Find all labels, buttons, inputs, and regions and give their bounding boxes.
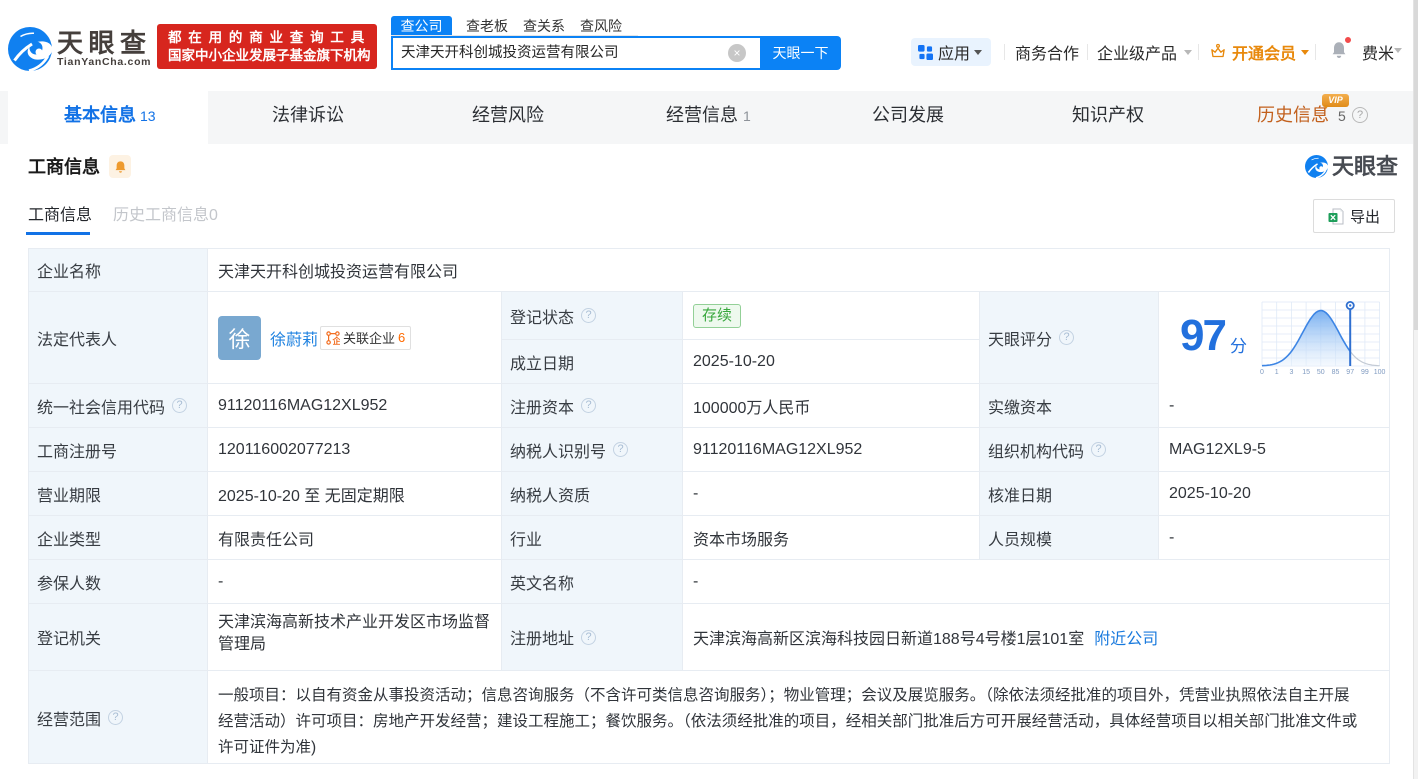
svg-text:15: 15 — [1302, 369, 1310, 376]
svg-text:99: 99 — [1361, 369, 1369, 376]
svg-text:0: 0 — [1260, 369, 1264, 376]
svg-text:1: 1 — [1275, 369, 1279, 376]
svg-text:100: 100 — [1374, 369, 1386, 376]
svg-text:企: 企 — [332, 336, 341, 345]
svg-text:85: 85 — [1332, 369, 1340, 376]
svg-text:50: 50 — [1317, 369, 1325, 376]
svg-text:3: 3 — [1289, 369, 1293, 376]
svg-text:97: 97 — [1346, 369, 1354, 376]
